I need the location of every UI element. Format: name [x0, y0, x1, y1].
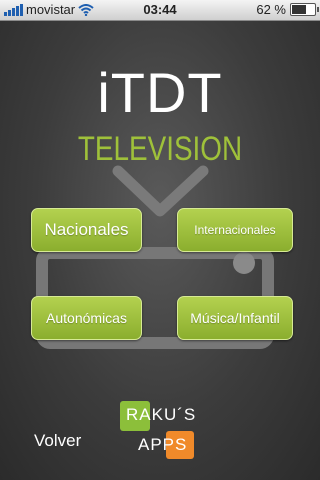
battery-fill — [292, 5, 306, 14]
battery-percentage: 62 % — [256, 2, 286, 17]
app-logo: iTDT — [97, 61, 223, 124]
battery-group: 62 % — [256, 2, 319, 17]
battery-icon — [290, 3, 319, 16]
nacionales-button[interactable]: Nacionales — [31, 208, 142, 252]
home-screen: iTDT TELEVISION Nacionales Internacional… — [0, 21, 320, 480]
brand-logo: RAKU´S APPS — [118, 401, 198, 463]
app-subtitle: TELEVISION — [77, 130, 243, 168]
internacionales-button[interactable]: Internacionales — [177, 208, 293, 252]
back-button[interactable]: Volver — [34, 431, 81, 451]
autonomicas-button[interactable]: Autonómicas — [31, 296, 142, 340]
status-bar: movistar 03:44 62 % — [0, 0, 320, 21]
brand-line2: APPS — [138, 435, 188, 454]
musica-infantil-button[interactable]: Música/Infantil — [177, 296, 293, 340]
brand-line1: RAKU´S — [126, 405, 197, 424]
